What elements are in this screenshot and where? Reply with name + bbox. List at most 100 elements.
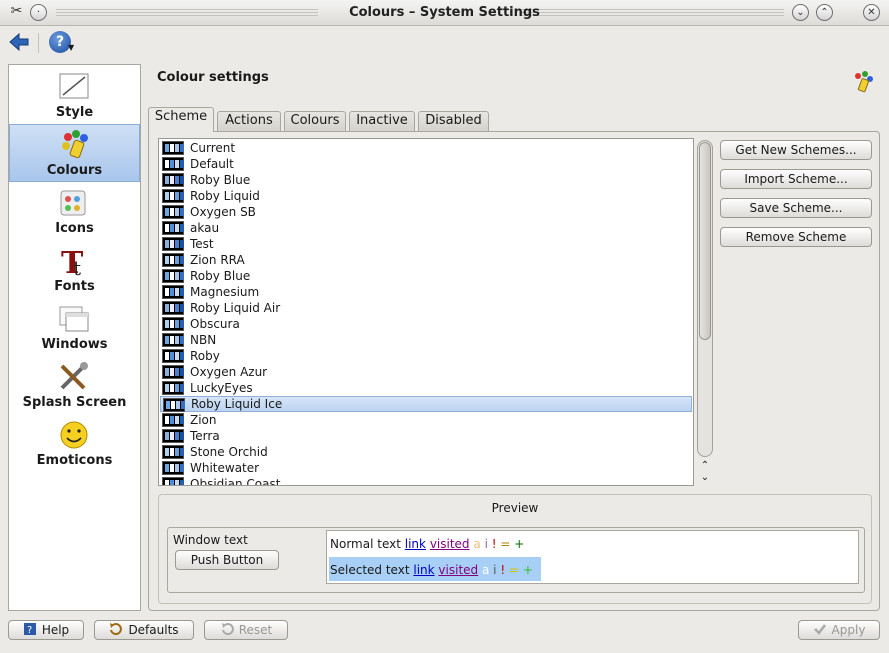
maximize-button[interactable]: ⌃	[816, 4, 833, 21]
preview-view: Normal text link visited a i ! = + Selec…	[326, 530, 859, 584]
list-item[interactable]: Obsidian Coast	[160, 476, 692, 485]
sidebar-item-icons[interactable]: Icons	[9, 183, 140, 241]
list-item[interactable]: Oxygen Azur	[160, 364, 692, 380]
list-item[interactable]: Roby Liquid Air	[160, 300, 692, 316]
sidebar-item-windows[interactable]: Windows	[9, 299, 140, 357]
close-button[interactable]: ✕	[863, 4, 880, 21]
scroll-up-icon[interactable]: ⌃	[699, 461, 711, 471]
scroll-down-icon[interactable]: ⌄	[699, 473, 711, 483]
colours-icon	[62, 130, 88, 159]
sidebar-item-fonts[interactable]: Tt Fonts	[9, 241, 140, 299]
help-button[interactable]: ? Help	[8, 620, 84, 640]
list-item[interactable]: Roby Liquid Ice	[160, 396, 692, 412]
scheme-name: Default	[190, 157, 234, 171]
get-new-schemes-button[interactable]: Get New Schemes...	[720, 140, 872, 160]
list-item[interactable]: Roby Blue	[160, 172, 692, 188]
list-item[interactable]: Default	[160, 156, 692, 172]
scheme-swatch-icon	[162, 189, 184, 203]
scheme-swatch-icon	[162, 461, 184, 475]
scrollbar-track[interactable]	[697, 140, 713, 457]
list-item[interactable]: Zion RRA	[160, 252, 692, 268]
title-bar: ✂ · Colours – System Settings ⌄ ⌃ ✕	[0, 0, 889, 26]
list-item[interactable]: Zion	[160, 412, 692, 428]
scheme-list[interactable]: Current Default Roby Blue Roby Liquid Oxygen…	[158, 138, 694, 486]
preview-push-button[interactable]: Push Button	[175, 550, 279, 570]
apply-button[interactable]: Apply	[798, 620, 880, 640]
preview-normal-row: Normal text link visited a i ! = +	[330, 537, 524, 551]
scheme-name: Zion	[190, 413, 217, 427]
scheme-name: Whitewater	[190, 461, 260, 475]
list-item[interactable]: Whitewater	[160, 460, 692, 476]
list-item[interactable]: Roby Liquid	[160, 188, 692, 204]
tab-colours[interactable]: Colours	[284, 111, 346, 131]
scheme-name: Roby Liquid Air	[190, 301, 281, 315]
preview-selected-row: Selected text link visited a i ! = +	[330, 563, 533, 577]
list-item[interactable]: Test	[160, 236, 692, 252]
chevron-down-icon[interactable]: ▼	[68, 43, 74, 52]
sidebar-item-label: Icons	[55, 221, 94, 236]
scheme-name: Roby Blue	[190, 269, 251, 283]
tab-inactive[interactable]: Inactive	[349, 111, 415, 131]
apply-label: Apply	[831, 623, 866, 637]
style-icon	[59, 73, 89, 99]
sidebar-item-splash-screen[interactable]: Splash Screen	[9, 357, 140, 415]
list-item[interactable]: LuckyEyes	[160, 380, 692, 396]
sidebar-item-colours[interactable]: Colours	[9, 124, 140, 182]
preview-link[interactable]: link	[405, 537, 426, 551]
back-arrow-icon[interactable]	[8, 31, 30, 53]
remove-scheme-button[interactable]: Remove Scheme	[720, 227, 872, 247]
sidebar-item-emoticons[interactable]: Emoticons	[9, 415, 140, 473]
scheme-swatch-icon	[162, 301, 184, 315]
tab-actions[interactable]: Actions	[217, 111, 281, 131]
emoticons-icon	[60, 421, 88, 449]
list-item[interactable]: NBN	[160, 332, 692, 348]
scheme-swatch-icon	[162, 237, 184, 251]
selected-text: Selected text	[330, 563, 410, 577]
list-item[interactable]: Stone Orchid	[160, 444, 692, 460]
sidebar-item-style[interactable]: Style	[9, 67, 140, 125]
scheme-name: Roby Liquid	[190, 189, 260, 203]
reset-button[interactable]: Reset	[204, 620, 288, 640]
tab-disabled[interactable]: Disabled	[418, 111, 489, 131]
preview-selected-visited-link[interactable]: visited	[438, 563, 478, 577]
scrollbar-thumb[interactable]	[699, 142, 711, 340]
scheme-swatch-icon	[162, 381, 184, 395]
list-item[interactable]: Current	[160, 140, 692, 156]
scheme-name: Magnesium	[190, 285, 260, 299]
scheme-swatch-icon	[162, 285, 184, 299]
scheme-name: akau	[190, 221, 220, 235]
toolbar: ? ▼	[0, 27, 889, 59]
defaults-button[interactable]: Defaults	[94, 620, 194, 640]
page-title: Colour settings	[157, 70, 269, 85]
list-item[interactable]: akau	[160, 220, 692, 236]
preview-visited-link[interactable]: visited	[430, 537, 470, 551]
preview-symbol: i	[484, 537, 488, 551]
minimize-button[interactable]: ⌄	[792, 4, 809, 21]
scheme-swatch-icon	[162, 173, 184, 187]
sidebar-item-label: Emoticons	[36, 453, 113, 468]
import-scheme-button[interactable]: Import Scheme...	[720, 169, 872, 189]
scheme-name: Zion RRA	[190, 253, 245, 267]
svg-text:t: t	[73, 256, 81, 277]
list-item[interactable]: Oxygen SB	[160, 204, 692, 220]
scheme-name: Oxygen Azur	[190, 365, 268, 379]
scheme-name: Current	[190, 141, 236, 155]
list-item[interactable]: Roby Blue	[160, 268, 692, 284]
save-scheme-button[interactable]: Save Scheme...	[720, 198, 872, 218]
scheme-name: LuckyEyes	[190, 381, 253, 395]
scheme-swatch-icon	[162, 413, 184, 427]
list-item[interactable]: Roby	[160, 348, 692, 364]
defaults-label: Defaults	[128, 623, 179, 637]
scheme-list-scrollbar[interactable]: ⌃ ⌄	[697, 138, 713, 486]
sidebar-item-label: Style	[55, 105, 94, 120]
tab-scheme[interactable]: Scheme	[148, 107, 214, 132]
scheme-name: Roby Liquid Ice	[191, 397, 283, 411]
list-item[interactable]: Magnesium	[160, 284, 692, 300]
sidebar-item-label: Windows	[41, 337, 108, 352]
preview-symbol: a	[481, 563, 490, 577]
list-item[interactable]: Terra	[160, 428, 692, 444]
list-item[interactable]: Obscura	[160, 316, 692, 332]
window-text-label: Window text	[173, 533, 248, 547]
preview-selected-link[interactable]: link	[413, 563, 434, 577]
fonts-icon: Tt	[61, 246, 84, 277]
